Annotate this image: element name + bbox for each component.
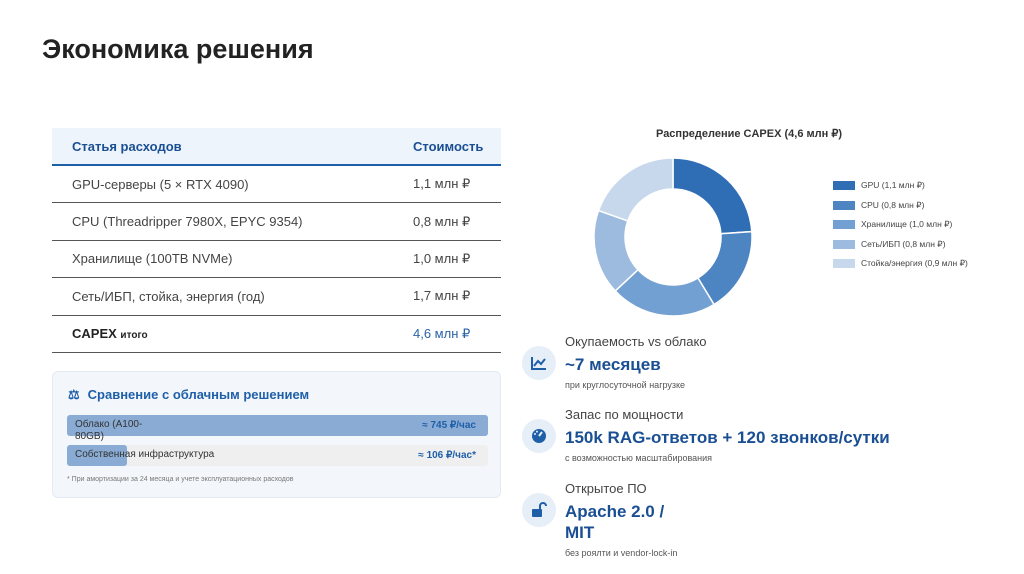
row-cost: 1,1 млн ₽ xyxy=(413,176,471,192)
header-item: Статья расходов xyxy=(72,138,182,154)
comparison-title-text: Сравнение с облачным решением xyxy=(87,387,310,402)
kpi-value: ~7 месяцев xyxy=(565,355,661,374)
total-label: CAPEX итого xyxy=(52,326,413,341)
legend-item: CPU (0,8 млн ₽) xyxy=(833,196,968,216)
legend-label: Сеть/ИБП (0,8 млн ₽) xyxy=(861,238,946,249)
legend-item: Стойка/энергия (0,9 млн ₽) xyxy=(833,254,968,274)
scales-icon: ⚖ xyxy=(68,387,80,402)
capex-donut-chart xyxy=(593,157,753,317)
page-title: Экономика решения xyxy=(42,34,314,64)
kpi-value: 150k RAG-ответов + 120 звонков/сутки xyxy=(565,428,890,447)
unlock-icon xyxy=(522,493,556,527)
row-cost: 1,7 млн ₽ xyxy=(413,288,471,304)
chart-title: Распределение CAPEX (4,6 млн ₽) xyxy=(656,128,843,140)
legend-label: GPU (1,1 млн ₽) xyxy=(861,180,925,191)
legend-swatch xyxy=(833,220,855,230)
legend-swatch xyxy=(833,259,855,269)
donut-slice xyxy=(597,157,674,222)
row-item: GPU-серверы (5 × RTX 4090) xyxy=(72,176,249,192)
cloud-bar-value: ≈ 745 ₽/час xyxy=(422,420,476,431)
legend-label: CPU (0,8 млн ₽) xyxy=(861,199,925,210)
total-label-text: CAPEX xyxy=(72,326,117,342)
header-cost: Стоимость xyxy=(413,138,484,154)
legend-item: Сеть/ИБП (0,8 млн ₽) xyxy=(833,235,968,255)
table-row: Хранилище (100TB NVMe) 1,0 млн ₽ xyxy=(52,241,501,279)
table-header: Статья расходов Стоимость xyxy=(52,128,501,166)
chart-line-icon xyxy=(522,346,556,380)
legend-item: GPU (1,1 млн ₽) xyxy=(833,176,968,196)
table-row: GPU-серверы (5 × RTX 4090) 1,1 млн ₽ xyxy=(52,166,501,204)
own-bar: Собственная инфраструктура ≈ 106 ₽/час* xyxy=(67,445,488,466)
legend-swatch xyxy=(833,200,855,210)
row-item: Сеть/ИБП, стойка, энергия (год) xyxy=(72,288,265,304)
kpi-label: Запас по мощности xyxy=(565,407,684,422)
row-item: Хранилище (100TB NVMe) xyxy=(72,251,233,267)
table-row: CPU (Threadripper 7980X, EPYC 9354) 0,8 м… xyxy=(52,203,501,241)
kpi-label: Окупаемость vs облако xyxy=(565,334,707,349)
donut-slice xyxy=(672,157,753,235)
kpi-sub: с возможностью масштабирования xyxy=(565,453,713,463)
table-row: Сеть/ИБП, стойка, энергия (год) 1,7 млн ₽ xyxy=(52,278,501,316)
gauge-icon xyxy=(522,419,556,453)
legend-swatch xyxy=(833,181,855,191)
table-row-total: CAPEX итого 4,6 млн ₽ xyxy=(52,316,501,353)
comparison-title: ⚖ Сравнение с облачным решением xyxy=(68,387,309,403)
footnote: * При амортизации за 24 месяца и учете э… xyxy=(67,476,294,483)
cost-table: Статья расходов Стоимость GPU-серверы (5… xyxy=(52,128,501,353)
legend-item: Хранилище (1,0 млн ₽) xyxy=(833,215,968,235)
row-cost: 1,0 млн ₽ xyxy=(413,250,471,266)
kpi-sub: при круглосуточной нагрузке xyxy=(565,380,686,390)
total-suffix: итого xyxy=(120,330,148,342)
kpi-value: Apache 2.0 / MIT xyxy=(565,502,665,542)
row-item: CPU (Threadripper 7980X, EPYC 9354) xyxy=(72,214,303,230)
total-cost: 4,6 млн ₽ xyxy=(413,325,471,341)
row-cost: 0,8 млн ₽ xyxy=(413,213,471,229)
chart-legend: GPU (1,1 млн ₽) CPU (0,8 млн ₽) Хранилище … xyxy=(833,176,968,274)
legend-label: Хранилище (1,0 млн ₽) xyxy=(861,219,953,230)
cloud-comparison-card: ⚖ Сравнение с облачным решением Облако (A… xyxy=(52,371,501,498)
legend-label: Стойка/энергия (0,9 млн ₽) xyxy=(861,258,968,269)
cloud-bar-label: Облако (A100-80GB) xyxy=(75,419,143,442)
kpi-label: Открытое ПО xyxy=(565,481,647,496)
kpi-sub: без роялти и vendor-lock-in xyxy=(565,548,678,558)
legend-swatch xyxy=(833,239,855,249)
own-bar-value: ≈ 106 ₽/час* xyxy=(418,450,476,461)
cloud-bar: Облако (A100-80GB) ≈ 745 ₽/час xyxy=(67,415,488,442)
own-bar-label: Собственная инфраструктура xyxy=(75,449,215,460)
